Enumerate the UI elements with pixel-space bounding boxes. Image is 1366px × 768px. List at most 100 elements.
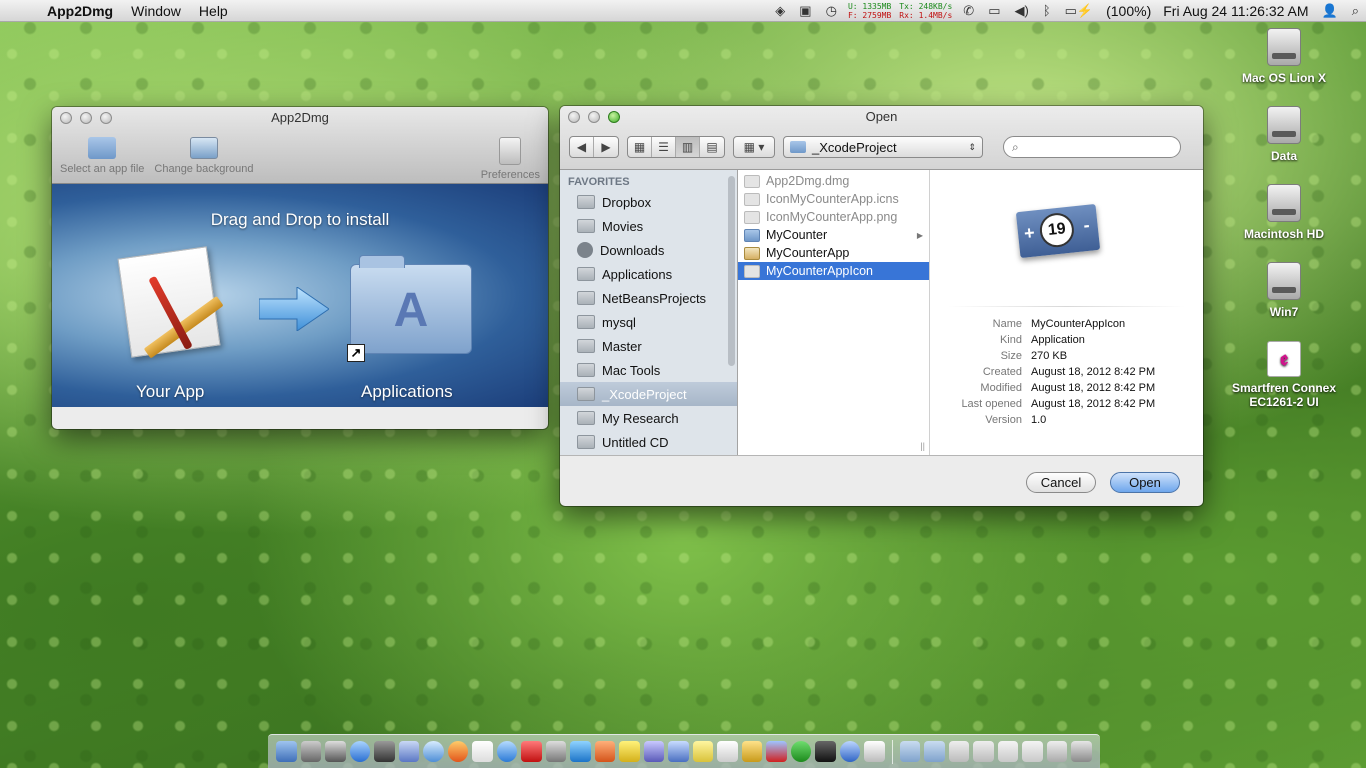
file-row[interactable]: App2Dmg.dmg (738, 172, 929, 190)
preferences-button[interactable]: Preferences (481, 137, 540, 181)
icon-view-icon[interactable]: ▦ (628, 137, 652, 157)
file-row[interactable]: MyCounterAppIcon (738, 262, 929, 280)
activity-monitor-icon[interactable] (790, 741, 812, 762)
arrange-control[interactable]: ▦ ▾ (733, 136, 775, 158)
phone-icon[interactable]: ✆ (956, 3, 981, 19)
launchpad-icon[interactable] (300, 741, 322, 762)
back-arrow-icon[interactable]: ◀ (570, 137, 594, 157)
stickies-icon[interactable] (692, 741, 714, 762)
wifi-icon[interactable] (619, 741, 640, 762)
pdf-icon[interactable] (521, 741, 542, 762)
column-view-icon[interactable]: ▥ (676, 137, 700, 157)
forward-arrow-icon[interactable]: ▶ (594, 137, 618, 157)
list-view-icon[interactable]: ☰ (652, 137, 676, 157)
column-resize-handle[interactable]: || (920, 441, 925, 451)
time-machine-icon[interactable]: ◷ (819, 3, 844, 19)
sidebar-item-netbeansprojects[interactable]: NetBeansProjects (560, 286, 737, 310)
user-icon[interactable]: 👤 (1315, 3, 1345, 19)
app-menu[interactable]: App2Dmg (38, 3, 122, 19)
bluetooth-icon[interactable]: ᛒ (1036, 3, 1058, 18)
document-stack-icon[interactable] (997, 741, 1019, 762)
desktop-icon-smartfren[interactable]: ꬲ Smartfren Connex EC1261-2 UI (1219, 341, 1349, 409)
cancel-button[interactable]: Cancel (1026, 472, 1096, 493)
word-icon[interactable] (570, 741, 591, 762)
sidebar-item-applications[interactable]: Applications (560, 262, 737, 286)
virtualbox-icon[interactable] (839, 741, 861, 762)
window-menu[interactable]: Window (122, 3, 190, 19)
document-stack-icon[interactable] (1046, 741, 1068, 762)
desktop-icon-macintosh-hd[interactable]: Macintosh HD (1219, 184, 1349, 241)
clock[interactable]: Fri Aug 24 11:26:32 AM (1157, 3, 1314, 19)
app-document-icon[interactable] (117, 246, 221, 358)
network-stats[interactable]: Tx: 248KB/s Rx: 1.4MB/s (895, 2, 956, 20)
app2dmg-icon[interactable] (864, 741, 885, 762)
screen-icon[interactable]: ▭ (981, 3, 1007, 19)
camera-icon[interactable] (374, 741, 395, 762)
volume-icon[interactable]: ◀) (1007, 3, 1035, 19)
file-row[interactable]: MyCounter ▶ (738, 226, 929, 244)
app-store-icon[interactable] (349, 741, 371, 762)
applications-folder-icon[interactable]: A (350, 255, 472, 354)
search-input[interactable]: ⌕ (1003, 136, 1181, 158)
desktop-icon-data[interactable]: Data (1219, 106, 1349, 163)
firefox-icon[interactable] (447, 741, 469, 762)
safari-icon[interactable] (423, 741, 444, 762)
close-button[interactable] (568, 111, 580, 123)
sidebar-item-xcodeproject[interactable]: _XcodeProject (560, 382, 737, 406)
battery-icon[interactable]: ▭⚡ (1058, 3, 1100, 19)
finder-icon[interactable] (276, 741, 297, 762)
calendar-icon[interactable] (472, 741, 493, 762)
sidebar-item-downloads[interactable]: Downloads (560, 238, 737, 262)
file-row[interactable]: IconMyCounterApp.icns (738, 190, 929, 208)
open-button[interactable]: Open (1110, 472, 1180, 493)
document-stack-icon[interactable] (1022, 741, 1043, 762)
sidebar-item-dropbox[interactable]: Dropbox (560, 190, 737, 214)
zoom-button[interactable] (608, 111, 620, 123)
location-popup[interactable]: _XcodeProject ⇕ (783, 136, 983, 158)
parallels-icon[interactable] (766, 741, 787, 762)
xcode-icon[interactable] (668, 741, 689, 762)
cover-flow-icon[interactable]: ▤ (700, 137, 724, 157)
desktop-icon-win7[interactable]: Win7 (1219, 262, 1349, 319)
zoom-button[interactable] (100, 112, 112, 124)
select-app-file-button[interactable]: Select an app file (60, 137, 144, 181)
sidebar-item-mysql[interactable]: mysql (560, 310, 737, 334)
display-icon[interactable]: ▣ (792, 3, 818, 19)
close-button[interactable] (60, 112, 72, 124)
file-info: Name MyCounterAppIcon Kind Application Siz… (930, 316, 1203, 428)
downloads-stack-icon[interactable] (948, 741, 970, 762)
memory-stats[interactable]: U: 1335MB F: 2759MB (844, 2, 895, 20)
itunes-icon[interactable] (496, 741, 518, 762)
applications-stack-icon[interactable] (899, 741, 921, 762)
change-background-button[interactable]: Change background (154, 137, 253, 181)
sidebar-item-untitled-cd[interactable]: Untitled CD (560, 430, 737, 454)
sidebar-item-movies[interactable]: Movies (560, 214, 737, 238)
desktop-icon-mac-os-lion-x[interactable]: Mac OS Lion X (1219, 28, 1349, 85)
sidebar-item-master[interactable]: Master (560, 334, 737, 358)
minimize-button[interactable] (588, 111, 600, 123)
app2dmg-titlebar[interactable]: App2Dmg (52, 107, 548, 129)
spotlight-search-icon[interactable]: ⌕ (1345, 3, 1366, 19)
sidebar-item-my-research[interactable]: My Research (560, 406, 737, 430)
network-icon[interactable] (643, 741, 665, 762)
file-row[interactable]: IconMyCounterApp.png (738, 208, 929, 226)
documents-stack-icon[interactable] (924, 741, 945, 762)
system-preferences-icon[interactable] (545, 741, 567, 762)
preview-icon[interactable] (398, 741, 420, 762)
sidebar-scrollbar[interactable] (728, 176, 735, 366)
open-dialog-titlebar[interactable]: Open (560, 106, 1203, 128)
dropbox-icon[interactable]: ◈ (768, 3, 792, 19)
help-menu[interactable]: Help (190, 3, 237, 19)
install-drop-area[interactable]: Drag and Drop to install A ↗ Your App Ap… (52, 184, 548, 407)
minimize-button[interactable] (80, 112, 92, 124)
terminal-icon[interactable] (815, 741, 836, 762)
textedit-icon[interactable] (717, 741, 738, 762)
notes-icon[interactable] (741, 741, 763, 762)
trash-icon[interactable] (1071, 741, 1092, 762)
document-stack-icon[interactable] (973, 741, 994, 762)
mission-control-icon[interactable] (325, 741, 346, 762)
powerpoint-icon[interactable] (594, 741, 616, 762)
sidebar-item-mac-tools[interactable]: Mac Tools (560, 358, 737, 382)
file-row[interactable]: MyCounterApp (738, 244, 929, 262)
battery-percent[interactable]: (100%) (1100, 3, 1157, 19)
